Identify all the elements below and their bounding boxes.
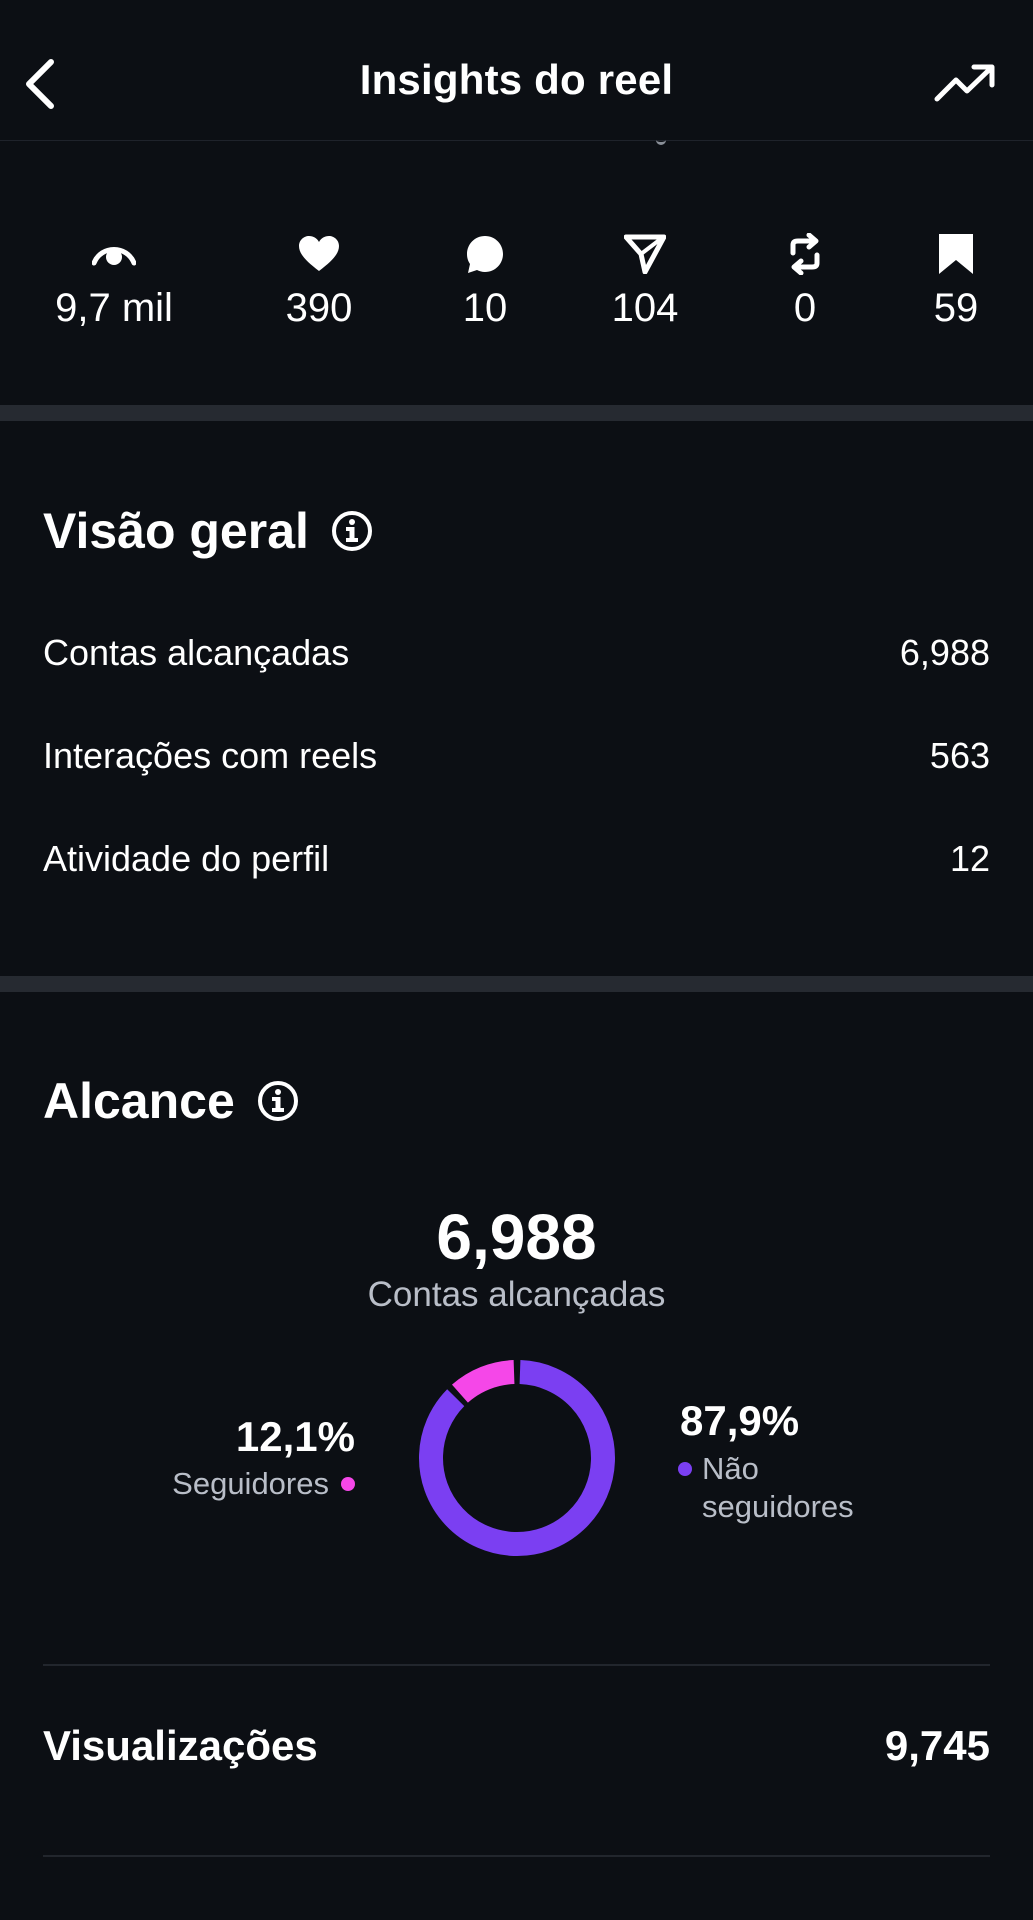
bookmark-icon <box>939 234 973 274</box>
views-value: 9,745 <box>884 1722 990 1769</box>
section-title: Alcance <box>43 1073 235 1129</box>
top-bar: Insights do reel <box>0 0 1033 141</box>
donut-segment-followers <box>419 1360 615 1556</box>
section-title: Visão geral <box>43 503 309 559</box>
non-followers-dot <box>678 1462 692 1476</box>
overview-header: Visão geral <box>43 502 373 560</box>
metric-views: 9,7 mil <box>34 230 194 331</box>
followers-percentage: 12,1% <box>235 1413 355 1460</box>
metric-reposts: 0 <box>725 230 885 331</box>
metric-value: 9,7 mil <box>55 286 173 330</box>
row-value: 563 <box>929 735 990 776</box>
metric-value: 59 <box>933 286 979 330</box>
overview-row-accounts-reached[interactable]: Contas alcançadas 6,988 <box>43 628 990 678</box>
views-label: Visualizações <box>43 1722 318 1769</box>
followers-dot <box>341 1477 355 1491</box>
eye-icon <box>92 247 136 266</box>
reach-total: 6,988 <box>436 1201 597 1273</box>
metric-value: 0 <box>793 286 817 330</box>
followers-legend: Seguidores <box>172 1466 355 1502</box>
section-divider <box>0 405 1033 421</box>
row-value: 6,988 <box>899 632 990 673</box>
trend-button[interactable] <box>933 58 997 108</box>
row-label: Interações com reels <box>43 735 378 776</box>
views-row[interactable]: Visualizações 9,745 <box>43 1722 990 1770</box>
scroll-remnant <box>656 136 666 145</box>
legend-label-line: Não <box>702 1451 759 1486</box>
reach-total-label: Contas alcançadas <box>367 1275 666 1314</box>
comment-icon <box>467 236 503 273</box>
repost-icon <box>790 233 820 275</box>
metric-saves: 59 <box>876 230 1033 331</box>
section-divider <box>0 976 1033 992</box>
info-icon[interactable] <box>257 1080 299 1122</box>
legend-label: Seguidores <box>172 1466 329 1501</box>
non-followers-percentage: 87,9% <box>680 1397 800 1444</box>
metric-shares: 104 <box>565 230 725 331</box>
non-followers-legend: Não seguidores <box>678 1450 854 1526</box>
share-icon <box>624 234 666 274</box>
reach-header: Alcance <box>43 1072 299 1130</box>
info-icon[interactable] <box>331 510 373 552</box>
list-divider <box>43 1664 990 1666</box>
legend-label: Não seguidores <box>702 1450 854 1526</box>
page-title: Insights do reel <box>359 56 674 103</box>
legend-label-line: seguidores <box>702 1489 854 1524</box>
metric-value: 390 <box>285 286 353 330</box>
overview-row-reel-interactions[interactable]: Interações com reels 563 <box>43 731 990 781</box>
metric-value: 10 <box>462 286 508 330</box>
metric-comments: 10 <box>405 230 565 331</box>
reach-donut-chart <box>419 1360 615 1556</box>
heart-icon <box>299 236 339 271</box>
row-label: Atividade do perfil <box>43 838 330 879</box>
row-label: Contas alcançadas <box>43 632 350 673</box>
trending-up-icon <box>934 64 995 102</box>
list-divider <box>43 1855 990 1857</box>
metric-likes: 390 <box>239 230 399 331</box>
row-value: 12 <box>949 838 990 879</box>
overview-row-profile-activity[interactable]: Atividade do perfil 12 <box>43 834 990 884</box>
metric-value: 104 <box>611 286 679 330</box>
donut-segment-non-followers <box>419 1360 615 1556</box>
